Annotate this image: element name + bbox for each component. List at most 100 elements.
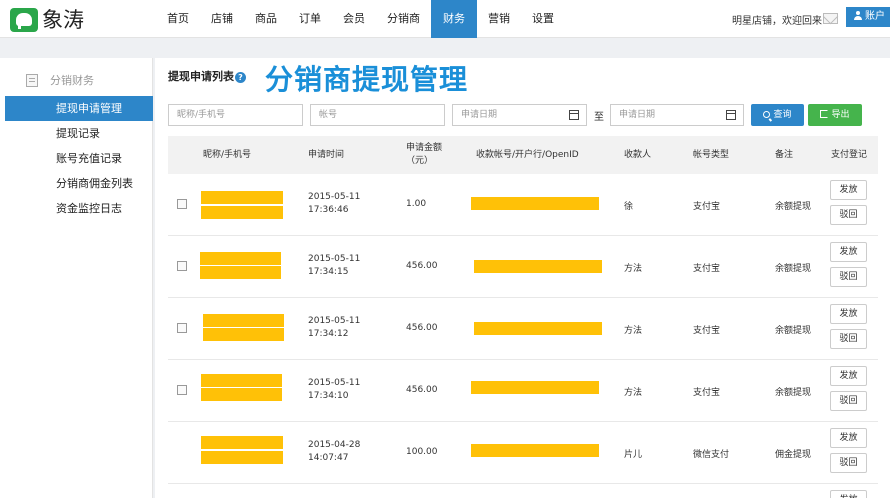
note: 余额提现	[775, 388, 812, 398]
account-type: 支付宝	[693, 388, 721, 398]
nav-item-settings[interactable]: 设置	[521, 0, 565, 38]
account-button[interactable]: 账户	[846, 7, 890, 27]
page-title: 分销商提现管理	[265, 63, 469, 96]
col-account-type: 帐号类型	[693, 149, 730, 160]
table-row: 2015-05-11 17:34:10 456.00 方法 支付宝 余额提现 发…	[168, 360, 878, 422]
redacted-account	[471, 444, 599, 457]
redacted-phone	[201, 388, 282, 401]
apply-time: 14:07:47	[308, 453, 349, 463]
reject-button[interactable]: 驳回	[830, 453, 867, 473]
amount: 456.00	[406, 385, 438, 395]
sidebar-item-withdrawal-requests[interactable]: 提现申请管理	[5, 96, 153, 121]
account-label: 账户	[865, 11, 885, 22]
col-apply-time: 申请时间	[308, 149, 345, 160]
reject-button[interactable]: 驳回	[830, 205, 867, 225]
sidebar-item-fund-monitor-log[interactable]: 资金监控日志	[5, 196, 153, 221]
date-end-input[interactable]	[610, 104, 744, 126]
row-checkbox[interactable]	[177, 385, 187, 395]
elephant-icon	[10, 8, 38, 32]
table-header: 昵称/手机号 申请时间 申请金额（元） 收款帐号/开户行/OpenID 收款人 …	[168, 136, 878, 174]
sidebar-item-recharge-records[interactable]: 账号充值记录	[5, 146, 153, 171]
withdrawal-table: 昵称/手机号 申请时间 申请金额（元） 收款帐号/开户行/OpenID 收款人 …	[168, 136, 878, 498]
send-button[interactable]: 发放	[830, 304, 867, 324]
date-start-input[interactable]	[452, 104, 587, 126]
note: 佣金提现	[775, 450, 812, 460]
user-icon	[854, 11, 862, 20]
sidebar-item-withdrawal-records[interactable]: 提现记录	[5, 121, 153, 146]
nav-item-marketing[interactable]: 营销	[477, 0, 521, 38]
redacted-nickname	[201, 436, 283, 449]
apply-date: 2015-05-11	[308, 192, 361, 202]
redacted-phone	[203, 328, 284, 341]
sidebar-item-commission-list[interactable]: 分销商佣金列表	[5, 171, 153, 196]
reject-button[interactable]: 驳回	[830, 391, 867, 411]
nav-item-store[interactable]: 店铺	[200, 0, 244, 38]
apply-date: 2015-04-28	[308, 440, 361, 450]
row-checkbox[interactable]	[177, 261, 187, 271]
payee: 方法	[624, 388, 643, 398]
search-icon	[763, 111, 771, 118]
calendar-icon[interactable]	[726, 110, 736, 120]
brand-logo[interactable]: 象涛	[10, 8, 84, 32]
nickname-input[interactable]	[168, 104, 303, 126]
redacted-nickname	[201, 374, 282, 387]
redacted-account	[474, 260, 602, 273]
nav-item-home[interactable]: 首页	[156, 0, 200, 38]
payee: 方法	[624, 264, 643, 274]
reject-button[interactable]: 驳回	[830, 267, 867, 287]
export-button[interactable]: 导出	[808, 104, 862, 126]
query-label: 查询	[773, 110, 792, 120]
redacted-account	[471, 381, 599, 394]
date-range-separator: 至	[594, 112, 604, 123]
page-subtitle: 提现申请列表?	[168, 68, 246, 84]
send-button[interactable]: 发放	[830, 242, 867, 262]
mail-icon[interactable]	[823, 13, 838, 24]
table-row: 发放	[168, 484, 878, 498]
account-input[interactable]	[310, 104, 445, 126]
nav-item-orders[interactable]: 订单	[288, 0, 332, 38]
ledger-icon	[26, 74, 38, 87]
row-checkbox[interactable]	[177, 323, 187, 333]
nav-item-members[interactable]: 会员	[332, 0, 376, 38]
col-payment: 支付登记	[831, 149, 868, 160]
send-button[interactable]: 发放	[830, 180, 867, 200]
nav-item-finance[interactable]: 财务	[431, 0, 477, 38]
nav-item-distributors[interactable]: 分销商	[376, 0, 431, 38]
col-amount: 申请金额（元）	[406, 143, 443, 166]
apply-date: 2015-05-11	[308, 316, 361, 326]
row-checkbox[interactable]	[177, 199, 187, 209]
apply-time: 17:34:15	[308, 267, 349, 277]
apply-date: 2015-05-11	[308, 254, 361, 264]
payee: 方法	[624, 326, 643, 336]
col-nickname: 昵称/手机号	[203, 149, 252, 160]
main-nav: 首页 店铺 商品 订单 会员 分销商 财务 营销 设置	[156, 0, 565, 38]
send-button[interactable]: 发放	[830, 428, 867, 448]
payee: 片儿	[624, 450, 643, 460]
col-payee: 收款人	[624, 149, 652, 160]
apply-time: 17:34:10	[308, 391, 349, 401]
amount: 1.00	[406, 199, 427, 209]
col-note: 备注	[775, 149, 794, 160]
nav-item-products[interactable]: 商品	[244, 0, 288, 38]
note: 余额提现	[775, 326, 812, 336]
query-button[interactable]: 查询	[751, 104, 804, 126]
note: 余额提现	[775, 264, 812, 274]
apply-time: 17:34:12	[308, 329, 349, 339]
col-payee-account: 收款帐号/开户行/OpenID	[476, 149, 579, 160]
redacted-nickname	[200, 252, 281, 265]
help-icon[interactable]: ?	[235, 72, 246, 83]
redacted-phone	[201, 206, 283, 219]
payee: 徐	[624, 202, 634, 212]
calendar-icon[interactable]	[569, 110, 579, 120]
reject-button[interactable]: 驳回	[830, 329, 867, 349]
table-row: 2015-05-11 17:34:12 456.00 方法 支付宝 余额提现 发…	[168, 298, 878, 360]
amount: 100.00	[406, 447, 438, 457]
table-row: 2015-05-11 17:36:46 1.00 徐 支付宝 余额提现 发放 驳…	[168, 174, 878, 236]
redacted-phone	[201, 451, 283, 464]
account-type: 支付宝	[693, 326, 721, 336]
send-button[interactable]: 发放	[830, 366, 867, 386]
sidebar: 分销财务 提现申请管理 提现记录 账号充值记录 分销商佣金列表 资金监控日志	[0, 58, 153, 498]
send-button[interactable]: 发放	[830, 490, 867, 498]
note: 余额提现	[775, 202, 812, 212]
redacted-nickname	[201, 191, 283, 204]
